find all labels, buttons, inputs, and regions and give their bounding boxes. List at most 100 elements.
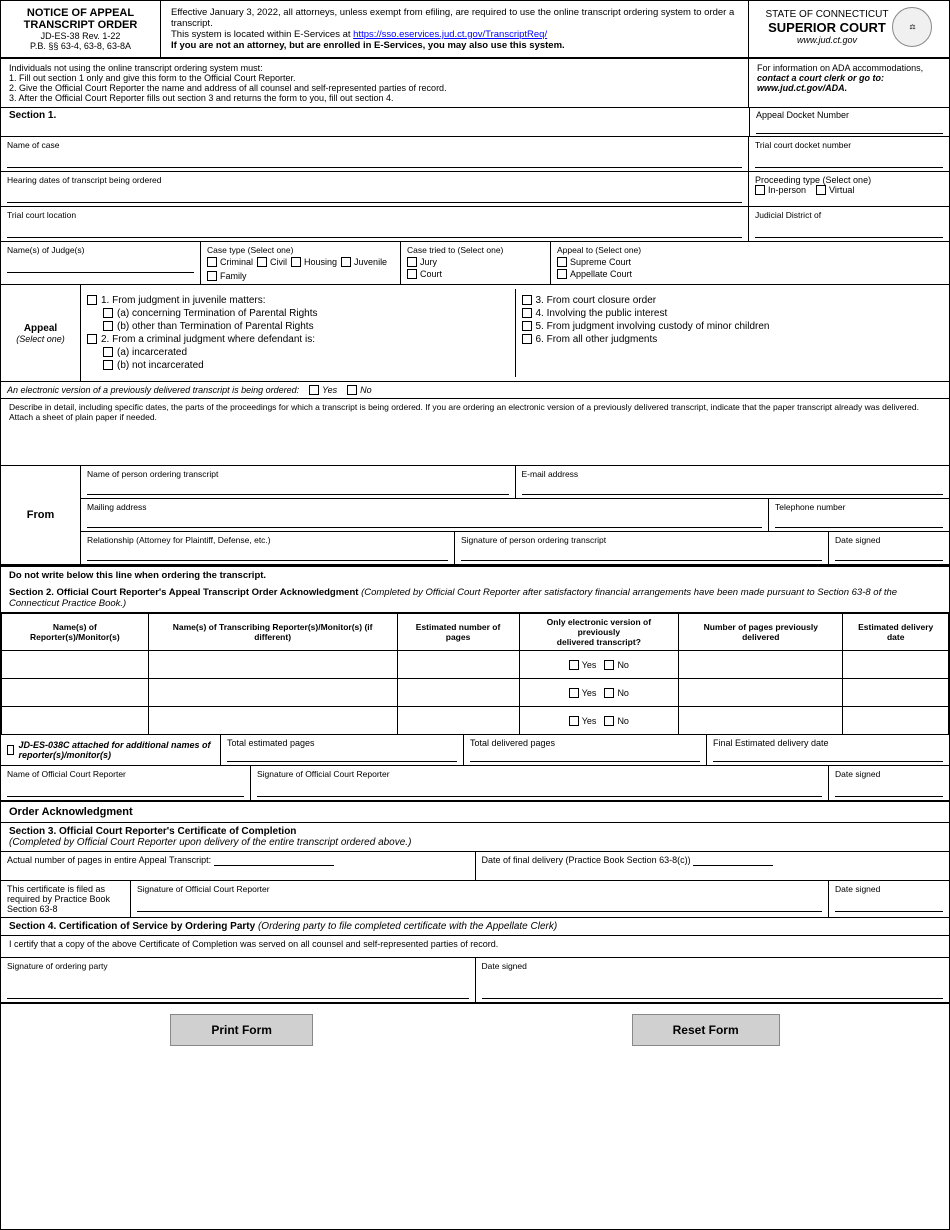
appeal-opt2a-checkbox[interactable] — [103, 347, 113, 357]
housing-checkbox[interactable] — [291, 257, 301, 267]
juvenile-checkbox[interactable] — [341, 257, 351, 267]
trial-docket-input[interactable] — [755, 152, 943, 168]
row1-pages[interactable] — [397, 651, 519, 679]
row3-yes-opt[interactable]: Yes — [569, 716, 597, 726]
row2-yes-cb[interactable] — [569, 688, 579, 698]
from-email-input[interactable] — [522, 481, 944, 495]
date-input[interactable] — [482, 973, 944, 999]
row2-transcribing[interactable] — [148, 679, 397, 707]
criminal-option[interactable]: Criminal — [207, 257, 253, 267]
row1-delivery[interactable] — [843, 651, 949, 679]
row3-delivery[interactable] — [843, 707, 949, 735]
name-of-case-input[interactable] — [7, 152, 742, 168]
inperson-checkbox[interactable] — [755, 185, 765, 195]
from-name-input[interactable] — [87, 481, 509, 495]
appeal-to-label: Appeal to (Select one) — [557, 245, 943, 255]
describe-input[interactable] — [9, 422, 941, 462]
appeal-opt2-checkbox[interactable] — [87, 334, 97, 344]
from-signature-input[interactable] — [461, 547, 822, 561]
supreme-checkbox[interactable] — [557, 257, 567, 267]
row3-transcribing[interactable] — [148, 707, 397, 735]
appellate-label: Appellate Court — [570, 269, 632, 279]
from-relationship-input[interactable] — [87, 547, 448, 561]
housing-label: Housing — [304, 257, 337, 267]
appeal-opt6-checkbox[interactable] — [522, 334, 532, 344]
appeal-opt1-checkbox[interactable] — [87, 295, 97, 305]
civil-option[interactable]: Civil — [257, 257, 287, 267]
row1-no-cb[interactable] — [604, 660, 614, 670]
judge-names-input[interactable] — [7, 257, 194, 273]
court-label: SUPERIOR COURT — [766, 20, 889, 35]
appeal-opt5-checkbox[interactable] — [522, 321, 532, 331]
final-date-input[interactable] — [713, 748, 943, 762]
additional-names-checkbox[interactable] — [7, 745, 14, 755]
row2-no-cb[interactable] — [604, 688, 614, 698]
delivery-date-input[interactable] — [693, 855, 773, 866]
row1-transcribing[interactable] — [148, 651, 397, 679]
row3-pages[interactable] — [397, 707, 519, 735]
row3-prev-pages[interactable] — [679, 707, 843, 735]
row1-prev-pages[interactable] — [679, 651, 843, 679]
electronic-yes-checkbox[interactable] — [309, 385, 319, 395]
appeal-opt1b-checkbox[interactable] — [103, 321, 113, 331]
juvenile-option[interactable]: Juvenile — [341, 257, 387, 267]
row2-delivery[interactable] — [843, 679, 949, 707]
court-tried-checkbox[interactable] — [407, 269, 417, 279]
row1-yes-opt[interactable]: Yes — [569, 660, 597, 670]
virtual-checkbox[interactable] — [816, 185, 826, 195]
cert-date-input[interactable] — [835, 896, 943, 912]
sig-input[interactable] — [7, 973, 469, 999]
reporter-date-input[interactable] — [835, 781, 943, 797]
row2-reporter[interactable] — [2, 679, 149, 707]
row1-reporter[interactable] — [2, 651, 149, 679]
row2-prev-pages[interactable] — [679, 679, 843, 707]
virtual-label: Virtual — [829, 185, 854, 195]
row3-no-cb[interactable] — [604, 716, 614, 726]
row1-no-opt[interactable]: No — [604, 660, 629, 670]
jury-checkbox[interactable] — [407, 257, 417, 267]
court-tried-option[interactable]: Court — [407, 269, 544, 279]
cert-sig-input[interactable] — [137, 896, 822, 912]
row1-yes-cb[interactable] — [569, 660, 579, 670]
transcript-link[interactable]: https://sso.eservices.jud.ct.gov/Transcr… — [353, 29, 547, 40]
row2-pages[interactable] — [397, 679, 519, 707]
row3-no-opt[interactable]: No — [604, 716, 629, 726]
from-phone-input[interactable] — [775, 514, 943, 528]
appeal-opt3-checkbox[interactable] — [522, 295, 532, 305]
reset-button[interactable]: Reset Form — [632, 1014, 780, 1046]
family-checkbox[interactable] — [207, 271, 217, 281]
appellate-checkbox[interactable] — [557, 269, 567, 279]
row3-yes-cb[interactable] — [569, 716, 579, 726]
row3-reporter[interactable] — [2, 707, 149, 735]
reporter-sig-input[interactable] — [257, 781, 822, 797]
appeal-opt4-checkbox[interactable] — [522, 308, 532, 318]
appellate-option[interactable]: Appellate Court — [557, 269, 943, 279]
virtual-option[interactable]: Virtual — [816, 185, 854, 195]
electronic-no-option[interactable]: No — [347, 385, 372, 395]
from-address-input[interactable] — [87, 514, 762, 528]
from-email-label: E-mail address — [522, 469, 944, 479]
total-delivered-input[interactable] — [470, 748, 700, 762]
from-date-input[interactable] — [835, 547, 943, 561]
jury-option[interactable]: Jury — [407, 257, 544, 267]
row2-yes-opt[interactable]: Yes — [569, 688, 597, 698]
housing-option[interactable]: Housing — [291, 257, 337, 267]
print-button[interactable]: Print Form — [170, 1014, 313, 1046]
row2-no-opt[interactable]: No — [604, 688, 629, 698]
civil-checkbox[interactable] — [257, 257, 267, 267]
total-estimated-input[interactable] — [227, 748, 457, 762]
section3-subtitle: (Completed by Official Court Reporter up… — [9, 837, 411, 848]
family-option[interactable]: Family — [207, 271, 247, 281]
appeal-opt1a-checkbox[interactable] — [103, 308, 113, 318]
appeal-opt2b-checkbox[interactable] — [103, 360, 113, 370]
criminal-checkbox[interactable] — [207, 257, 217, 267]
hearing-dates-input[interactable] — [7, 187, 742, 203]
reporter-name-input[interactable] — [7, 781, 244, 797]
supreme-option[interactable]: Supreme Court — [557, 257, 943, 267]
pages-input[interactable] — [214, 855, 334, 866]
electronic-yes-option[interactable]: Yes — [309, 385, 337, 395]
trial-location-input[interactable] — [7, 222, 742, 238]
electronic-no-checkbox[interactable] — [347, 385, 357, 395]
judicial-district-input[interactable] — [755, 222, 943, 238]
inperson-option[interactable]: In-person — [755, 185, 806, 195]
